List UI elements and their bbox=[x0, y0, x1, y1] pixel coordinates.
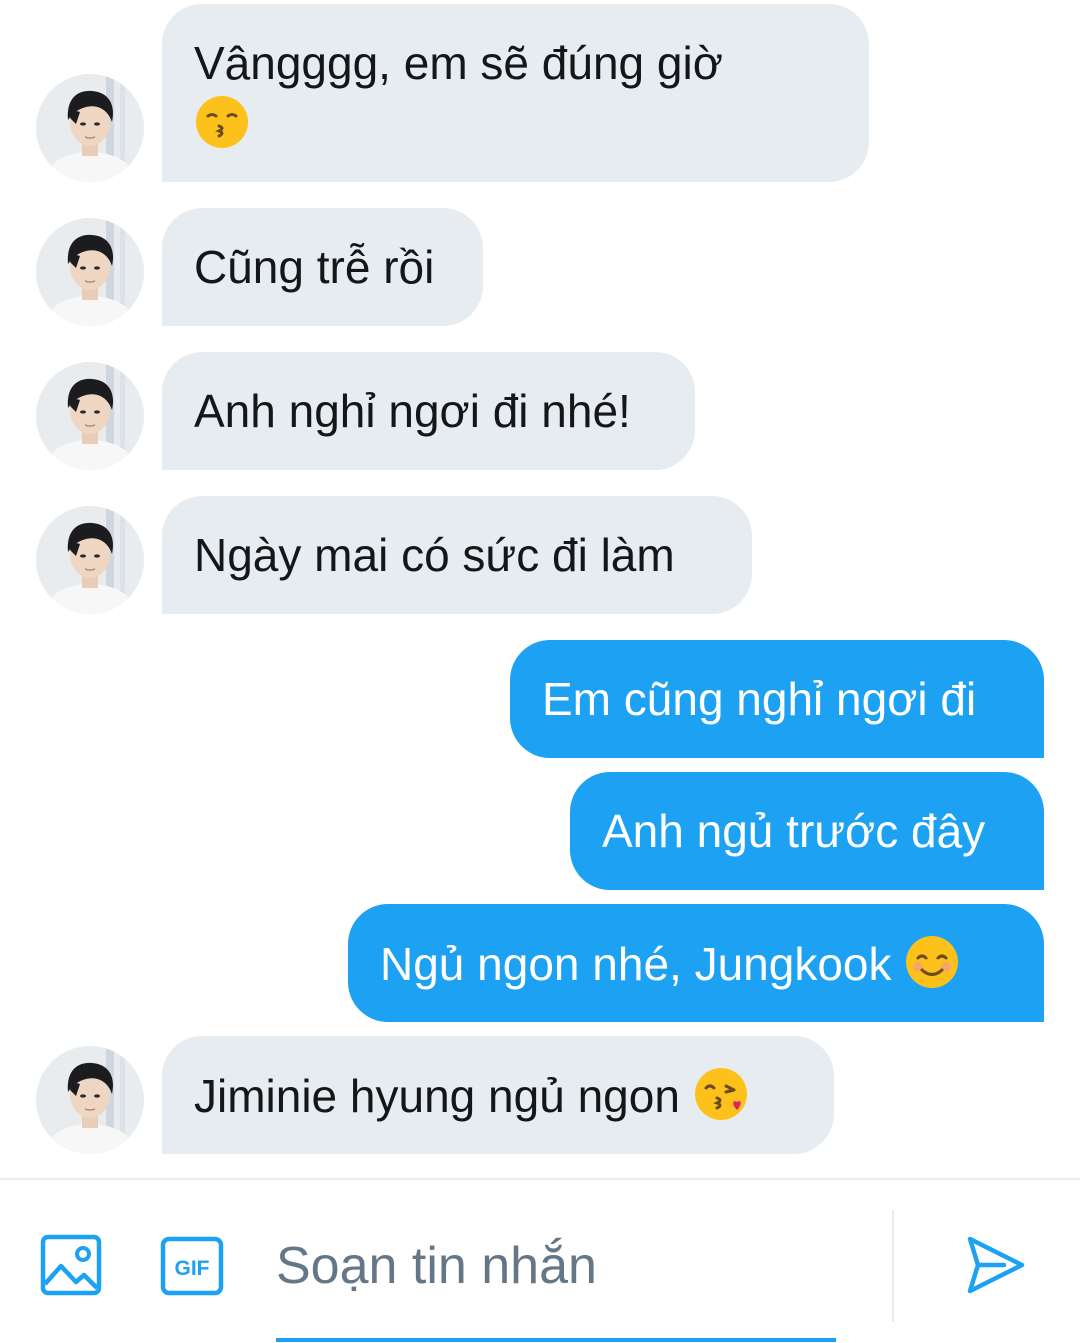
incoming-message[interactable]: Vângggg, em sẽ đúng giờ bbox=[162, 4, 869, 182]
message-input-placeholder: Soạn tin nhắn bbox=[276, 1237, 597, 1295]
avatar-image bbox=[36, 218, 144, 326]
kissing-face-emoji-icon bbox=[196, 96, 248, 148]
avatar[interactable] bbox=[36, 74, 144, 182]
outgoing-message[interactable]: Em cũng nghỉ ngơi đi bbox=[510, 640, 1044, 758]
message-text: Em cũng nghỉ ngơi đi bbox=[542, 673, 977, 725]
smiling-face-emoji-icon bbox=[906, 936, 959, 988]
message-text: Ngủ ngon nhé, Jungkook bbox=[380, 938, 892, 990]
incoming-message[interactable]: Jiminie hyung ngủ ngon bbox=[162, 1036, 834, 1154]
incoming-message[interactable]: Cũng trễ rồi bbox=[162, 208, 483, 326]
avatar-image bbox=[36, 362, 144, 470]
avatar-image bbox=[36, 74, 144, 182]
divider bbox=[892, 1210, 894, 1322]
gif-button[interactable]: GIF bbox=[160, 1236, 224, 1301]
message-text: Vângggg, em sẽ đúng giờ bbox=[194, 37, 723, 89]
message-composer: GIF Soạn tin nhắn bbox=[0, 1178, 1080, 1343]
avatar[interactable] bbox=[36, 506, 144, 614]
avatar-image bbox=[36, 1046, 144, 1154]
message-text: Cũng trễ rồi bbox=[194, 241, 435, 293]
incoming-message[interactable]: Ngày mai có sức đi làm bbox=[162, 496, 752, 614]
image-icon[interactable] bbox=[40, 1234, 102, 1301]
avatar[interactable] bbox=[36, 218, 144, 326]
message-text: Jiminie hyung ngủ ngon bbox=[194, 1070, 680, 1122]
message-text: Ngày mai có sức đi làm bbox=[194, 529, 675, 581]
incoming-message[interactable]: Anh nghỉ ngơi đi nhé! bbox=[162, 352, 695, 470]
message-text: Anh ngủ trước đây bbox=[602, 805, 986, 857]
message-input[interactable]: Soạn tin nhắn bbox=[276, 1230, 836, 1342]
outgoing-message[interactable]: Anh ngủ trước đây bbox=[570, 772, 1044, 890]
outgoing-message[interactable]: Ngủ ngon nhé, Jungkook bbox=[348, 904, 1044, 1022]
send-icon[interactable] bbox=[964, 1234, 1026, 1301]
face-blowing-kiss-emoji-icon bbox=[694, 1068, 747, 1120]
gif-label: GIF bbox=[175, 1257, 210, 1280]
avatar[interactable] bbox=[36, 362, 144, 470]
avatar[interactable] bbox=[36, 1046, 144, 1154]
message-text: Anh nghỉ ngơi đi nhé! bbox=[194, 385, 631, 437]
avatar-image bbox=[36, 506, 144, 614]
